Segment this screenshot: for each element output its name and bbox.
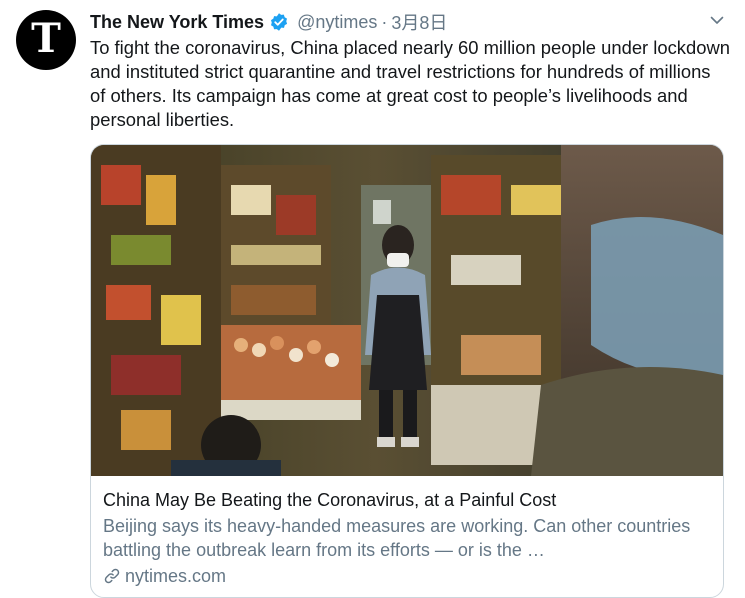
handle[interactable]: @nytimes (297, 12, 377, 33)
card-domain-text: nytimes.com (125, 566, 227, 586)
card-body: China May Be Beating the Coronavirus, at… (103, 488, 711, 588)
link-icon (104, 568, 120, 584)
card-description: Beijing says its heavy-handed measures a… (103, 516, 691, 560)
tweet-text: To fight the coronavirus, China placed n… (90, 37, 730, 130)
card-domain[interactable]: nytimes.com (103, 564, 711, 588)
avatar[interactable]: T (16, 10, 76, 70)
link-card[interactable]: China May Be Beating the Coronavirus, at… (90, 144, 724, 598)
separator-dot: · (381, 11, 388, 32)
tweet-date[interactable]: 3月8日 (391, 9, 447, 35)
nyt-logo-letter: T (31, 15, 61, 62)
card-image[interactable] (91, 145, 723, 476)
chevron-down-icon[interactable] (709, 12, 725, 28)
card-title[interactable]: China May Be Beating the Coronavirus, at… (103, 488, 711, 512)
verified-badge-icon (271, 13, 288, 31)
display-name[interactable]: The New York Times (90, 12, 264, 33)
tweet-header: The New York Times @nytimes · 3月8日 (90, 9, 733, 35)
